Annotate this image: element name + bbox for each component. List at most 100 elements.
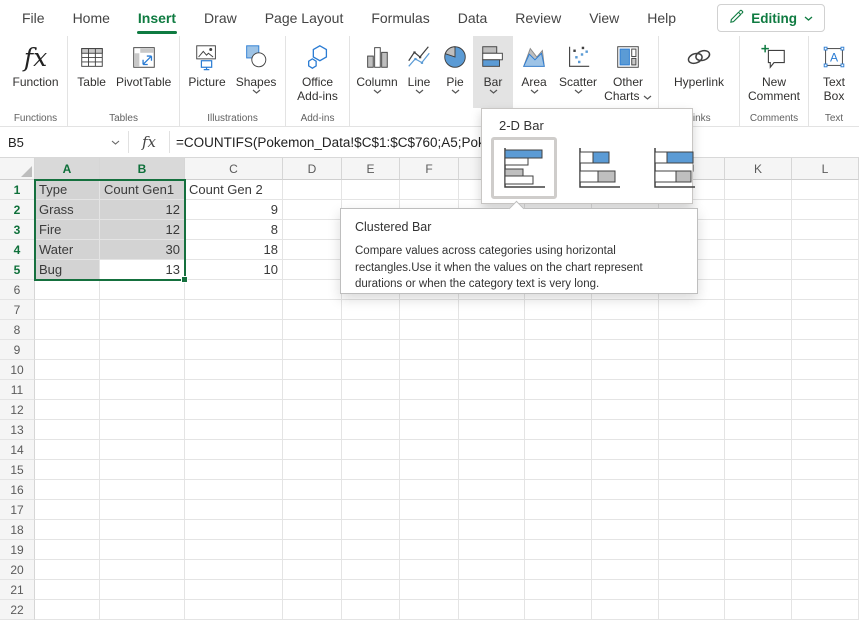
cell-D16[interactable]: [283, 480, 342, 500]
cell-E9[interactable]: [342, 340, 400, 360]
cell-H12[interactable]: [525, 400, 592, 420]
row-header-19[interactable]: 19: [0, 540, 35, 560]
table-button[interactable]: Table: [72, 36, 111, 108]
cell-C15[interactable]: [185, 460, 283, 480]
cell-I17[interactable]: [592, 500, 659, 520]
cell-I19[interactable]: [592, 540, 659, 560]
tab-home[interactable]: Home: [59, 0, 124, 36]
cell-A12[interactable]: [35, 400, 100, 420]
cell-B17[interactable]: [100, 500, 185, 520]
cell-B2[interactable]: 12: [100, 200, 185, 220]
cell-B8[interactable]: [100, 320, 185, 340]
cell-F7[interactable]: [400, 300, 459, 320]
cell-F14[interactable]: [400, 440, 459, 460]
cell-A6[interactable]: [35, 280, 100, 300]
cell-I20[interactable]: [592, 560, 659, 580]
cell-E11[interactable]: [342, 380, 400, 400]
cell-F21[interactable]: [400, 580, 459, 600]
cell-I7[interactable]: [592, 300, 659, 320]
row-header-13[interactable]: 13: [0, 420, 35, 440]
cell-D13[interactable]: [283, 420, 342, 440]
cell-J14[interactable]: [659, 440, 725, 460]
cell-D17[interactable]: [283, 500, 342, 520]
cell-H11[interactable]: [525, 380, 592, 400]
cell-L7[interactable]: [792, 300, 859, 320]
row-header-16[interactable]: 16: [0, 480, 35, 500]
cell-G10[interactable]: [459, 360, 525, 380]
cell-J9[interactable]: [659, 340, 725, 360]
col-header-C[interactable]: C: [185, 158, 283, 180]
cell-A20[interactable]: [35, 560, 100, 580]
cell-G12[interactable]: [459, 400, 525, 420]
cell-B7[interactable]: [100, 300, 185, 320]
editing-mode-button[interactable]: Editing: [717, 4, 825, 32]
cell-A21[interactable]: [35, 580, 100, 600]
cell-C7[interactable]: [185, 300, 283, 320]
cell-K3[interactable]: [725, 220, 792, 240]
col-header-F[interactable]: F: [400, 158, 459, 180]
cell-K14[interactable]: [725, 440, 792, 460]
cell-E22[interactable]: [342, 600, 400, 620]
cell-J15[interactable]: [659, 460, 725, 480]
cell-D10[interactable]: [283, 360, 342, 380]
hyperlink-button[interactable]: Hyperlink: [663, 36, 735, 108]
row-header-20[interactable]: 20: [0, 560, 35, 580]
cell-L9[interactable]: [792, 340, 859, 360]
cell-L19[interactable]: [792, 540, 859, 560]
cell-K13[interactable]: [725, 420, 792, 440]
cell-L1[interactable]: [792, 180, 859, 200]
cell-A2[interactable]: Grass: [35, 200, 100, 220]
cell-E18[interactable]: [342, 520, 400, 540]
cell-D20[interactable]: [283, 560, 342, 580]
col-header-D[interactable]: D: [283, 158, 342, 180]
cell-C4[interactable]: 18: [185, 240, 283, 260]
cell-D7[interactable]: [283, 300, 342, 320]
cell-A18[interactable]: [35, 520, 100, 540]
cell-F15[interactable]: [400, 460, 459, 480]
cell-D11[interactable]: [283, 380, 342, 400]
cell-C1[interactable]: Count Gen 2: [185, 180, 283, 200]
name-box[interactable]: B5: [0, 127, 128, 157]
cell-B21[interactable]: [100, 580, 185, 600]
cell-D19[interactable]: [283, 540, 342, 560]
cell-L5[interactable]: [792, 260, 859, 280]
cell-E16[interactable]: [342, 480, 400, 500]
cell-J16[interactable]: [659, 480, 725, 500]
cell-E14[interactable]: [342, 440, 400, 460]
cell-E8[interactable]: [342, 320, 400, 340]
cell-A13[interactable]: [35, 420, 100, 440]
cell-K12[interactable]: [725, 400, 792, 420]
scatter-chart-button[interactable]: Scatter: [555, 36, 601, 108]
cell-D15[interactable]: [283, 460, 342, 480]
cell-J18[interactable]: [659, 520, 725, 540]
cell-C18[interactable]: [185, 520, 283, 540]
cell-F10[interactable]: [400, 360, 459, 380]
cell-H20[interactable]: [525, 560, 592, 580]
cell-K21[interactable]: [725, 580, 792, 600]
cell-H21[interactable]: [525, 580, 592, 600]
cell-C19[interactable]: [185, 540, 283, 560]
cell-F18[interactable]: [400, 520, 459, 540]
chart-option-100-stacked-bar[interactable]: [641, 137, 707, 199]
cell-E21[interactable]: [342, 580, 400, 600]
row-header-15[interactable]: 15: [0, 460, 35, 480]
row-header-22[interactable]: 22: [0, 600, 35, 620]
row-header-4[interactable]: 4: [0, 240, 35, 260]
cell-B18[interactable]: [100, 520, 185, 540]
cell-G16[interactable]: [459, 480, 525, 500]
row-header-9[interactable]: 9: [0, 340, 35, 360]
cell-H14[interactable]: [525, 440, 592, 460]
cell-D1[interactable]: [283, 180, 342, 200]
row-header-3[interactable]: 3: [0, 220, 35, 240]
cell-C12[interactable]: [185, 400, 283, 420]
cell-H15[interactable]: [525, 460, 592, 480]
tab-file[interactable]: File: [8, 0, 59, 36]
row-header-2[interactable]: 2: [0, 200, 35, 220]
col-header-K[interactable]: K: [725, 158, 792, 180]
cell-L22[interactable]: [792, 600, 859, 620]
cell-C21[interactable]: [185, 580, 283, 600]
cell-B3[interactable]: 12: [100, 220, 185, 240]
cell-K18[interactable]: [725, 520, 792, 540]
cell-A5[interactable]: Bug: [35, 260, 100, 280]
row-header-18[interactable]: 18: [0, 520, 35, 540]
